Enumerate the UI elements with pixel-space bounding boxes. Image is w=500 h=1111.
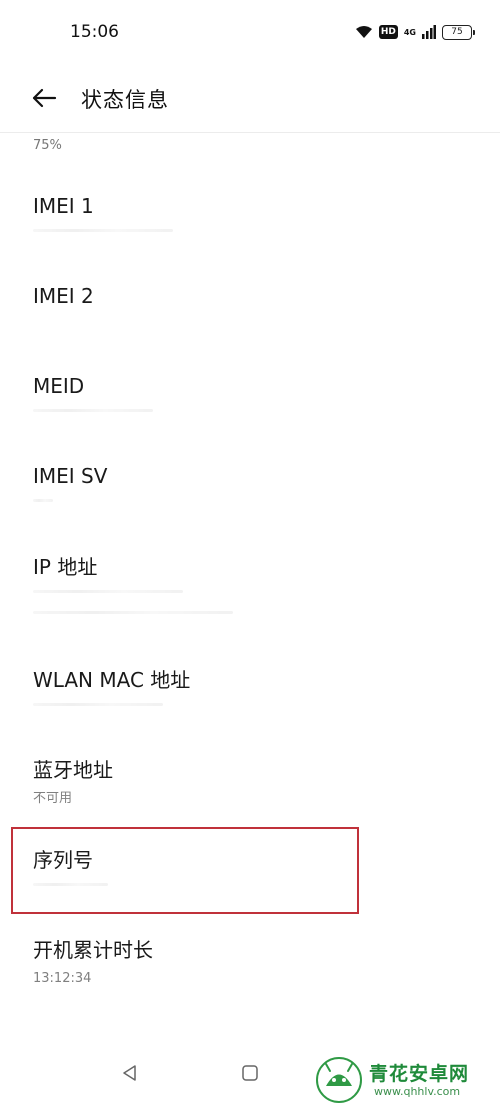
redacted-value: [33, 703, 163, 706]
list-item-title: IMEI 1: [33, 194, 94, 218]
back-button[interactable]: [28, 82, 60, 114]
hd-badge: HD: [378, 25, 398, 39]
watermark-url: www.qhhlv.com: [374, 1085, 461, 1098]
watermark-text: 青花安卓网: [369, 1063, 470, 1085]
highlight-annotation-box: [11, 827, 359, 914]
list-item-title: WLAN MAC 地址: [33, 668, 191, 692]
status-time: 15:06: [70, 22, 119, 42]
list-item-wlan-mac[interactable]: WLAN MAC 地址: [0, 667, 500, 706]
list-item-bluetooth-address[interactable]: 蓝牙地址 不可用: [0, 757, 500, 807]
battery-icon: 75: [442, 24, 475, 40]
status-icons: HD 4G 75: [355, 22, 475, 42]
nav-back-button[interactable]: [120, 1063, 140, 1083]
battery-level: 75: [451, 26, 463, 37]
redacted-value: [33, 229, 173, 232]
redacted-value: [33, 611, 233, 614]
page-title: 状态信息: [81, 88, 169, 112]
nav-home-button[interactable]: [240, 1063, 260, 1083]
watermark: 青花安卓网 www.qhhlv.com: [312, 1053, 492, 1108]
square-home-icon: [242, 1065, 258, 1081]
list-item-uptime[interactable]: 开机累计时长 13:12:34: [0, 937, 500, 987]
wifi-icon: [355, 25, 373, 39]
list-item-subtitle: 13:12:34: [33, 971, 92, 986]
list-item-title: 开机累计时长: [33, 938, 153, 962]
signal-icon: [422, 25, 436, 39]
status-bar: 15:06 HD 4G 75: [0, 0, 500, 66]
redacted-value: [33, 590, 183, 593]
list-item-imei-sv[interactable]: IMEI SV: [0, 463, 500, 502]
list-item-imei-1[interactable]: IMEI 1: [0, 193, 500, 232]
redacted-value: [33, 499, 53, 502]
app-header: 状态信息: [0, 66, 500, 133]
list-item-title: IMEI 2: [33, 284, 94, 308]
list-item-imei-2[interactable]: IMEI 2: [0, 283, 500, 309]
list-item-title: 蓝牙地址: [33, 758, 113, 782]
triangle-back-icon: [123, 1065, 136, 1081]
list-item-ip-address[interactable]: IP 地址: [0, 554, 500, 614]
list-item-title: MEID: [33, 374, 85, 398]
partial-value-text: 75%: [33, 138, 62, 153]
list-item-title: IP 地址: [33, 555, 98, 579]
list-item-meid[interactable]: MEID: [0, 373, 500, 412]
list-item-title: IMEI SV: [33, 464, 108, 488]
list-item-subtitle: 不可用: [33, 791, 73, 806]
watermark-logo-icon: [316, 1057, 362, 1103]
arrow-left-icon: [32, 88, 57, 108]
network-type-label: 4G: [403, 27, 416, 37]
redacted-value: [33, 409, 153, 412]
